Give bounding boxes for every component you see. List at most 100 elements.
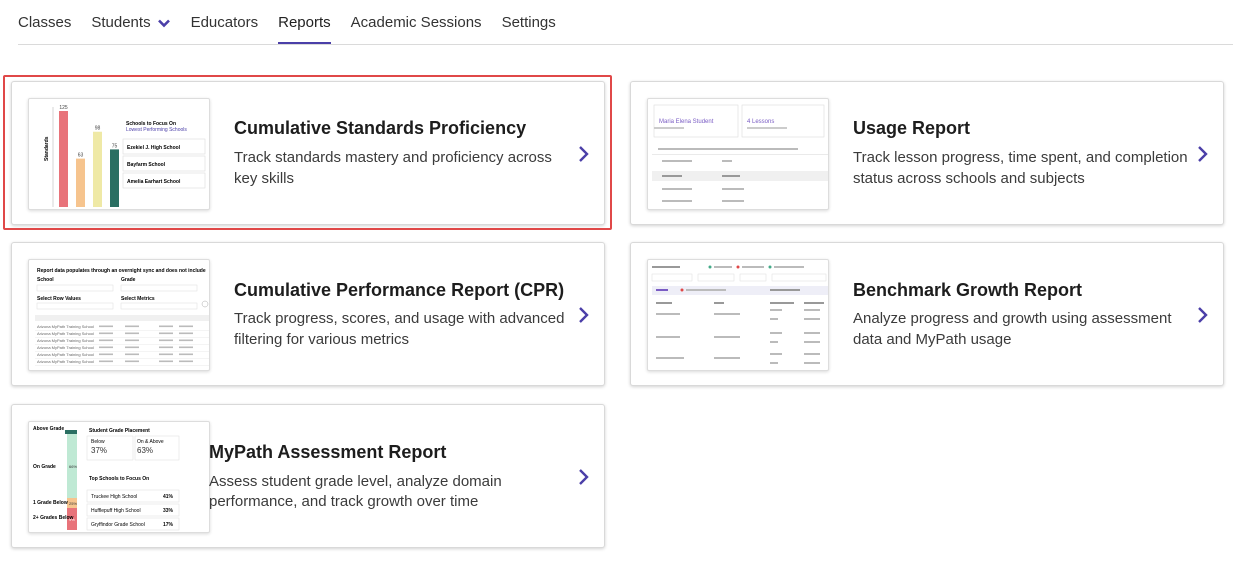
cpr-thumb-cell: [159, 325, 173, 328]
csp-thumb-bar: [76, 158, 85, 207]
card-description-line2: status across schools and subjects: [853, 170, 1085, 187]
cpr-thumb-row: Arizona MyPath Training School: [37, 359, 94, 364]
card-title: Usage Report: [853, 118, 971, 138]
card-mypath-assessment-report[interactable]: Above Grade 66% On Grade 25% 1 Grade Bel…: [11, 404, 605, 548]
cpr-thumb-cell: [159, 360, 173, 363]
csp-thumb-school: Ezekiel J. High School: [127, 145, 181, 151]
chevron-right-icon[interactable]: [577, 306, 589, 329]
cpr-thumb-row: Arizona MyPath Training School: [37, 345, 94, 350]
usage-thumb-student: Maria Elena Student: [659, 119, 714, 125]
card-title: Cumulative Standards Proficiency: [234, 118, 527, 138]
csp-thumb-bar-label: 98: [95, 126, 101, 132]
mypath-thumb-pct: 33%: [163, 508, 174, 514]
cpr-thumb-cell: [125, 346, 139, 349]
csp-thumbnail: Standards 125 63 98 75 Schools to Focus On …: [28, 98, 210, 210]
chevron-right-icon[interactable]: [1196, 145, 1208, 168]
mypath-thumb-below: Below: [91, 439, 105, 445]
cpr-thumb-note: Report data populates through an overnig…: [37, 268, 206, 274]
card-benchmark-growth-report[interactable]: Benchmark Growth Report Analyze progress…: [630, 242, 1224, 386]
cpr-thumb-cell: [179, 346, 193, 349]
nav-educators[interactable]: Educators: [191, 0, 259, 46]
csp-thumb-bar-label: 125: [59, 105, 68, 111]
cpr-thumb-cell: [179, 339, 193, 342]
card-usage-report[interactable]: Maria Elena Student 4 Lessons Usage Repo…: [630, 81, 1224, 225]
csp-thumb-subheading: Lowest Performing Schools: [126, 127, 187, 133]
csp-thumb-bar-label: 75: [112, 143, 118, 149]
chevron-right-icon[interactable]: [577, 145, 589, 168]
mypath-thumb-school: Gryffindor Grade School: [91, 522, 145, 528]
card-description-line2: filtering for various metrics: [234, 331, 410, 348]
cpr-thumb-cell: [179, 325, 193, 328]
card-description-line1: Track standards mastery and proficiency …: [234, 149, 552, 166]
card-title: Cumulative Performance Report (CPR): [234, 280, 565, 300]
card-description-line1: Assess student grade level, analyze doma…: [209, 473, 502, 490]
cpr-thumb-filter: Select Row Values: [37, 296, 81, 302]
benchmark-thumbnail: [647, 259, 829, 371]
card-cumulative-standards-proficiency[interactable]: Standards 125 63 98 75 Schools to Focus On …: [11, 81, 605, 225]
mypath-thumb-focus: Top Schools to Focus On: [89, 476, 149, 482]
csp-thumb-bar-label: 63: [78, 153, 84, 159]
cpr-rows: Arizona MyPath Training School Arizona My…: [35, 324, 209, 366]
cpr-thumb-cell: [125, 325, 139, 328]
nav-educators-label: Educators: [190, 14, 259, 31]
mypath-thumb-title: Student Grade Placement: [89, 428, 150, 434]
usage-thumbnail: Maria Elena Student 4 Lessons: [647, 98, 829, 210]
cpr-thumb-cell: [99, 339, 113, 342]
cpr-thumbnail: Report data populates through an overnig…: [28, 259, 210, 371]
svg-text:66%: 66%: [69, 464, 77, 469]
cpr-thumb-row: Arizona MyPath Training School: [37, 331, 94, 336]
mypath-thumb-label: 1 Grade Below: [33, 500, 68, 506]
mypath-thumb-below-val: 37%: [91, 446, 107, 455]
cpr-thumb-cell: [99, 360, 113, 363]
cpr-thumb-filter: Grade: [121, 277, 136, 283]
card-title: MyPath Assessment Report: [209, 442, 447, 462]
top-nav: Classes Students Educators Reports Acade…: [0, 0, 1233, 46]
csp-bars: 125 63 98 75: [59, 105, 119, 207]
cpr-thumb-row: Arizona MyPath Training School: [37, 352, 94, 357]
csp-thumb-school: Bayfarm School: [127, 162, 166, 168]
mypath-thumb-school: Truckee High School: [91, 494, 137, 500]
csp-thumb-bar: [93, 131, 102, 207]
cpr-thumb-cell: [179, 360, 193, 363]
nav-academic-sessions[interactable]: Academic Sessions: [351, 0, 482, 46]
csp-thumb-bar: [59, 111, 68, 207]
cpr-thumb-cell: [159, 353, 173, 356]
cpr-thumb-cell: [159, 346, 173, 349]
cpr-thumb-row: Arizona MyPath Training School: [37, 324, 94, 329]
nav-reports[interactable]: Reports: [278, 0, 331, 46]
nav-classes-label: Classes: [18, 14, 72, 31]
csp-thumb-bar: [110, 149, 119, 207]
chevron-down-icon: [157, 16, 171, 34]
nav-students[interactable]: Students: [91, 0, 170, 46]
csp-thumb-ylabel: Standards: [44, 136, 50, 161]
card-description-line1: Analyze progress and growth using assess…: [853, 310, 1172, 327]
svg-text:25%: 25%: [69, 501, 77, 506]
cpr-thumb-cell: [125, 360, 139, 363]
chevron-right-icon[interactable]: [1196, 306, 1208, 329]
card-cumulative-performance-report[interactable]: Report data populates through an overnig…: [11, 242, 605, 386]
card-description-line1: Track lesson progress, time spent, and c…: [853, 149, 1188, 166]
cpr-thumb-cell: [159, 332, 173, 335]
mypath-thumb-label: 2+ Grades Below: [33, 515, 74, 521]
card-description-line2: performance, and track growth over time: [209, 493, 479, 510]
mypath-thumb-on: On & Above: [137, 439, 164, 445]
card-description-line1: Track progress, scores, and usage with a…: [234, 310, 565, 327]
card-description-line2: key skills: [234, 170, 295, 187]
mypath-thumb-label: On Grade: [33, 464, 56, 470]
nav-classes[interactable]: Classes: [18, 0, 71, 46]
cpr-thumb-cell: [99, 332, 113, 335]
usage-thumb-lessons: 4 Lessons: [747, 119, 774, 125]
mypath-thumb-pct: 17%: [163, 522, 174, 528]
nav-divider: [18, 44, 1233, 45]
mypath-thumbnail: Above Grade 66% On Grade 25% 1 Grade Bel…: [28, 421, 210, 533]
chevron-right-icon[interactable]: [577, 468, 589, 491]
cpr-thumb-cell: [125, 339, 139, 342]
cpr-thumb-filter: Select Metrics: [121, 296, 155, 302]
mypath-thumb-school: Hufflepuff High School: [91, 508, 141, 514]
cpr-thumb-filter: School: [37, 277, 54, 283]
nav-settings[interactable]: Settings: [502, 0, 556, 46]
card-description-line2: data and MyPath usage: [853, 331, 1012, 348]
cpr-thumb-cell: [99, 325, 113, 328]
cpr-thumb-row: Arizona MyPath Training School: [37, 338, 94, 343]
cpr-thumb-cell: [125, 332, 139, 335]
